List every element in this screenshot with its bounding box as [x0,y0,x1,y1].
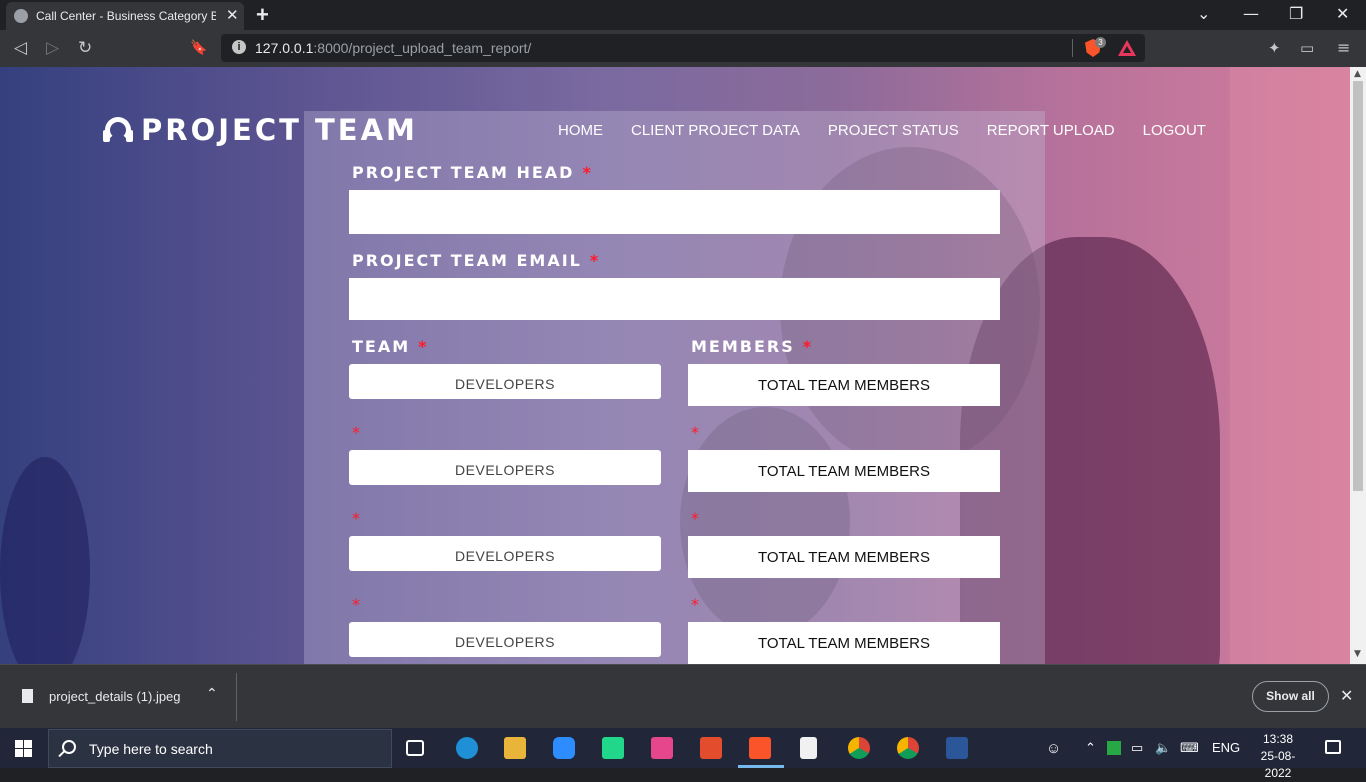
brave-rewards-icon-cutout [1123,46,1131,53]
search-icon [62,740,76,754]
members-input[interactable] [688,536,1000,578]
page-scrollbar[interactable]: ▲ ▼ [1350,67,1366,664]
anydesk-icon[interactable] [700,737,722,759]
nav-project-status[interactable]: PROJECT STATUS [828,122,959,139]
people-icon[interactable]: ☺ [1046,740,1061,757]
team-select[interactable]: DEVELOPERS [349,450,661,485]
notification-icon[interactable] [1325,740,1341,754]
new-tab-button[interactable]: + [256,2,269,28]
team-label: TEAM * [352,337,429,356]
minimize-icon[interactable]: — [1243,4,1259,23]
nav-logout[interactable]: LOGOUT [1143,122,1206,139]
required-mark: * [352,595,360,614]
globe-icon [14,9,28,23]
phpstorm-icon[interactable] [651,737,673,759]
team-email-label: PROJECT TEAM EMAIL * [352,251,601,270]
windows-taskbar: Type here to search ☺ ⌃ ▭ 🔈 ⌨ ENG 13:38 … [0,728,1366,780]
file-explorer-icon[interactable] [504,737,526,759]
required-mark: * [691,423,699,442]
zoom-icon[interactable] [553,737,575,759]
clock-time: 13:38 [1262,732,1294,746]
address-divider [1072,39,1073,57]
download-bar: project_details (1).jpeg ⌃ Show all ✕ [0,664,1366,728]
restore-icon[interactable]: ❐ [1289,4,1303,23]
word-icon[interactable] [946,737,968,759]
members-input[interactable] [688,364,1000,406]
tray-app-icon[interactable] [1107,741,1121,755]
nav-home[interactable]: HOME [558,122,603,139]
chrome-icon[interactable] [848,737,870,759]
logo-text: PROJECT TEAM [141,113,418,147]
address-bar[interactable]: i 127.0.0.1:8000/project_upload_team_rep… [221,34,1145,62]
file-icon [22,689,33,703]
shield-count-badge: 3 [1095,37,1106,48]
system-clock[interactable]: 13:38 25-08-2022 [1248,731,1308,782]
team-select[interactable]: DEVELOPERS [349,536,661,571]
download-file-name[interactable]: project_details (1).jpeg [49,689,181,704]
required-mark: * [352,509,360,528]
site-logo[interactable]: PROJECT TEAM [103,113,418,147]
network-icon[interactable]: ▭ [1131,740,1143,756]
page-viewport: PROJECT TEAM HOME CLIENT PROJECT DATA PR… [0,67,1350,664]
extensions-icon[interactable]: ✦ [1268,38,1281,58]
pycharm-icon[interactable] [602,737,624,759]
close-window-icon[interactable]: ✕ [1336,4,1349,23]
language-indicator[interactable]: ENG [1212,740,1240,755]
scroll-thumb[interactable] [1353,81,1363,491]
site-info-icon[interactable]: i [232,40,246,54]
team-head-label: PROJECT TEAM HEAD * [352,163,593,182]
bookmark-icon[interactable]: 🔖 [190,38,207,58]
required-mark: * [352,423,360,442]
members-input[interactable] [688,450,1000,492]
url-text[interactable]: 127.0.0.1:8000/project_upload_team_repor… [255,40,531,56]
keyboard-icon[interactable]: ⌨ [1180,740,1199,756]
show-all-button[interactable]: Show all [1252,681,1329,712]
chevron-up-icon[interactable]: ⌃ [206,686,218,702]
wallet-icon[interactable]: ▭ [1300,38,1314,58]
team-email-input[interactable] [349,278,1000,320]
tray-expand-icon[interactable]: ⌃ [1085,740,1096,756]
volume-icon[interactable]: 🔈 [1155,740,1171,756]
notepad-icon[interactable] [800,737,817,759]
chrome-profile-icon[interactable] [897,737,919,759]
edge-icon[interactable] [456,737,478,759]
tab-strip: Call Center - Business Category B ✕ + ⌄ … [0,0,1366,30]
tab-close-icon[interactable]: ✕ [226,6,239,24]
required-mark: * [691,509,699,528]
scroll-down-arrow-icon[interactable]: ▼ [1354,649,1361,659]
brave-icon[interactable] [749,737,771,759]
team-select[interactable]: DEVELOPERS [349,622,661,657]
team-select[interactable]: DEVELOPERS [349,364,661,399]
background-light-shape [1230,67,1350,664]
menu-icon[interactable]: ≡ [1337,38,1350,58]
close-download-bar-icon[interactable]: ✕ [1340,686,1353,705]
reload-icon[interactable]: ↻ [78,38,92,58]
browser-toolbar: ◁ ▷ ↻ 🔖 i 127.0.0.1:8000/project_upload_… [0,30,1366,67]
download-divider [236,673,237,721]
team-head-input[interactable] [349,190,1000,234]
windows-start-icon[interactable] [15,740,32,757]
members-input[interactable] [688,622,1000,664]
taskbar-search[interactable]: Type here to search [48,729,392,768]
nav-report-upload[interactable]: REPORT UPLOAD [987,122,1115,139]
scroll-up-arrow-icon[interactable]: ▲ [1354,69,1361,79]
search-placeholder: Type here to search [89,741,213,757]
background-shadow-shape [0,457,90,664]
tab-search-icon[interactable]: ⌄ [1197,4,1210,23]
tab-title: Call Center - Business Category B [36,9,216,23]
main-nav: HOME CLIENT PROJECT DATA PROJECT STATUS … [558,122,1234,139]
browser-tab[interactable]: Call Center - Business Category B ✕ [6,2,244,30]
forward-icon[interactable]: ▷ [46,38,59,58]
nav-client-project-data[interactable]: CLIENT PROJECT DATA [631,122,800,139]
headset-icon [103,117,133,143]
task-view-icon[interactable] [406,740,424,756]
back-icon[interactable]: ◁ [14,38,27,58]
clock-date: 25-08-2022 [1260,749,1296,780]
required-mark: * [691,595,699,614]
members-label: MEMBERS * [691,337,814,356]
